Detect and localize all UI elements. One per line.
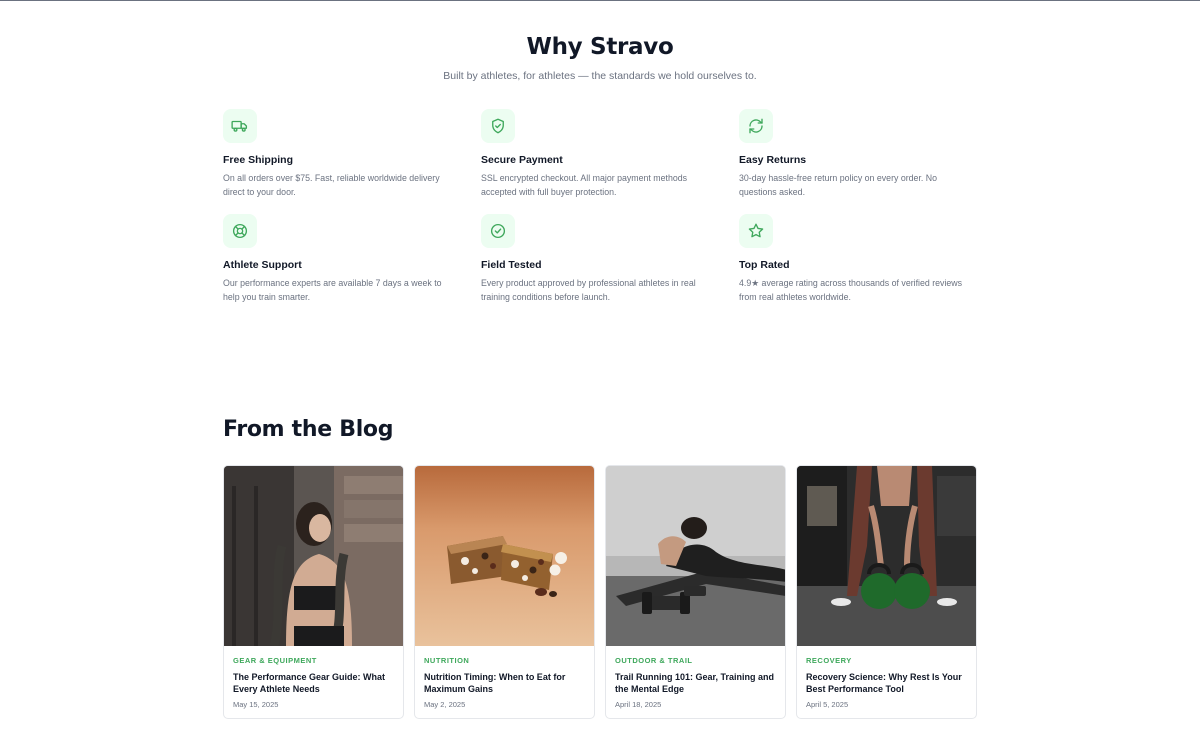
blog-card-title[interactable]: Nutrition Timing: When to Eat for Maximu… — [424, 671, 589, 695]
check-circle-icon — [481, 214, 515, 248]
star-icon — [739, 214, 773, 248]
feature-description: Every product approved by professional a… — [481, 278, 696, 302]
blog-card-title[interactable]: Trail Running 101: Gear, Training and th… — [615, 671, 780, 695]
feature-top-rated: Top Rated 4.9★ average rating across tho… — [739, 214, 979, 304]
blog-card-nutrition[interactable]: Nutrition Nutrition Timing: When to Eat … — [414, 465, 595, 719]
blog-card-title[interactable]: Recovery Science: Why Rest Is Your Best … — [806, 671, 971, 695]
blog-card-recovery[interactable]: Recovery Recovery Science: Why Rest Is Y… — [796, 465, 977, 719]
feature-title: Easy Returns — [739, 154, 807, 166]
feature-title: Athlete Support — [223, 259, 302, 271]
shield-icon — [481, 109, 515, 143]
refresh-icon — [739, 109, 773, 143]
blog-title: From the Blog — [223, 417, 394, 442]
blog-card-category: Gear & Equipment — [233, 656, 317, 665]
feature-title: Top Rated — [739, 259, 790, 271]
feature-description: 4.9★ average rating across thousands of … — [739, 278, 963, 302]
why-title: Why Stravo — [526, 34, 674, 60]
blog-card-image[interactable] — [415, 466, 594, 646]
feature-description: SSL encrypted checkout. All major paymen… — [481, 173, 688, 197]
feature-title: Field Tested — [481, 259, 542, 271]
blog-card-date: April 18, 2025 — [615, 700, 662, 709]
feature-description: On all orders over $75. Fast, reliable w… — [223, 173, 440, 197]
blog-card-gear[interactable]: Gear & Equipment The Performance Gear Gu… — [223, 465, 404, 719]
blog-card-image[interactable] — [606, 466, 785, 646]
feature-description: Our performance experts are available 7 … — [223, 278, 442, 302]
feature-athlete-support: Athlete Support Our performance experts … — [223, 214, 463, 304]
blog-card-title[interactable]: The Performance Gear Guide: What Every A… — [233, 671, 398, 695]
blog-card-image[interactable] — [224, 466, 403, 646]
truck-icon — [223, 109, 257, 143]
feature-easy-returns: Easy Returns 30-day hassle-free return p… — [739, 109, 979, 199]
feature-description: 30-day hassle-free return policy on ever… — [739, 173, 938, 197]
blog-card-date: April 5, 2025 — [806, 700, 849, 709]
feature-title: Secure Payment — [481, 154, 563, 166]
feature-secure-payment: Secure Payment SSL encrypted checkout. A… — [481, 109, 721, 199]
lifebuoy-icon — [223, 214, 257, 248]
blog-card-category: Recovery — [806, 656, 852, 665]
top-divider — [0, 0, 1200, 1]
why-subtitle: Built by athletes, for athletes — the st… — [443, 70, 757, 82]
blog-card-category: Outdoor & Trail — [615, 656, 693, 665]
blog-card-date: May 2, 2025 — [424, 700, 466, 709]
blog-card-image[interactable] — [797, 466, 976, 646]
blog-card-trail[interactable]: Outdoor & Trail Trail Running 101: Gear,… — [605, 465, 786, 719]
feature-title: Free Shipping — [223, 154, 294, 166]
feature-free-shipping: Free Shipping On all orders over $75. Fa… — [223, 109, 463, 199]
blog-card-category: Nutrition — [424, 656, 470, 665]
feature-field-tested: Field Tested Every product approved by p… — [481, 214, 721, 304]
blog-card-date: May 15, 2025 — [233, 700, 279, 709]
